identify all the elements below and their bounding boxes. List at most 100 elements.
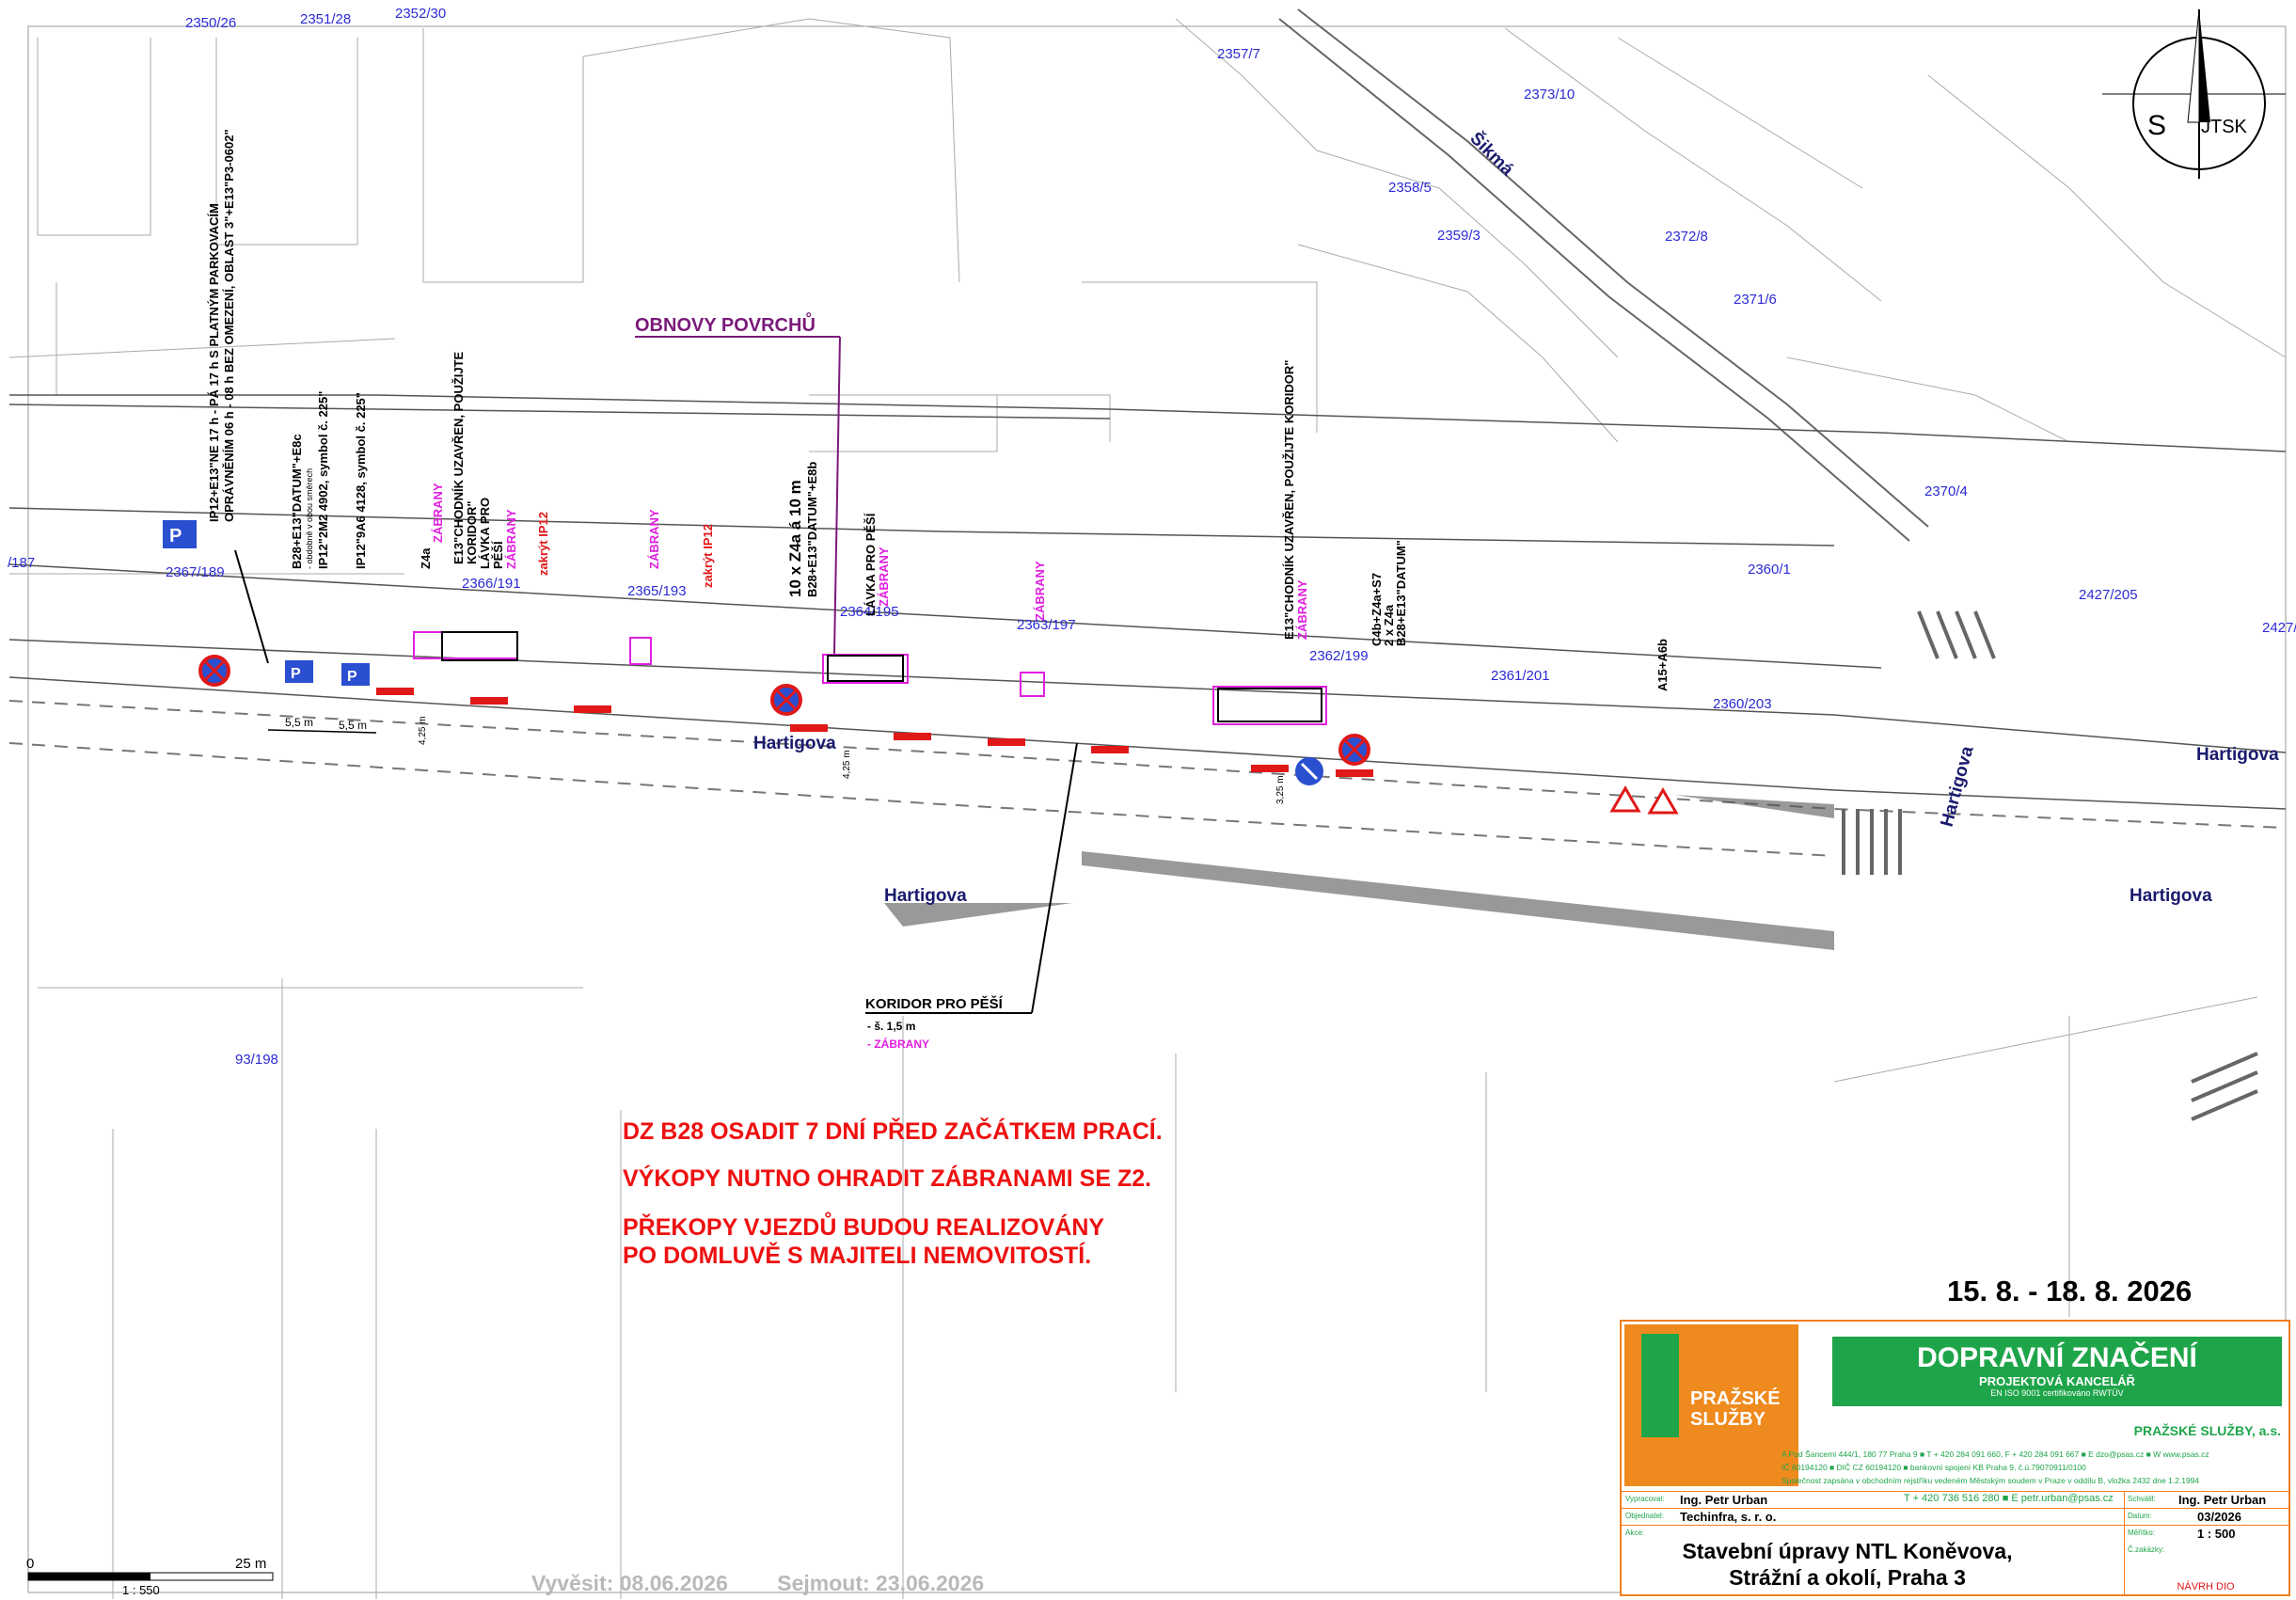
note-line: VÝKOPY NUTNO OHRADIT ZÁBRANAMI SE Z2. [623, 1165, 1152, 1192]
dimension-label: 3,25 m [1275, 775, 1286, 804]
corridor-width: - š. 1,5 m [867, 1020, 915, 1033]
dimension-label: 4,25 m [842, 750, 852, 779]
title-block: PRAŽSKÉ SLUŽBY DOPRAVNÍ ZNAČENÍ PROJEKTO… [1620, 1320, 2290, 1596]
work-date-range: 15. 8. - 18. 8. 2026 [1947, 1275, 2193, 1307]
scale-end: 25 m [235, 1556, 266, 1572]
sign-label: IP12"9A6 4128, symbol č. 225" [354, 392, 368, 569]
traffic-island-hatch [884, 795, 1834, 950]
company-address: A Pod Šancemi 444/1, 180 77 Praha 9 ■ T … [1781, 1450, 2209, 1459]
logo-tower-icon [1641, 1334, 1679, 1437]
parcel-number: 2372/8 [1665, 229, 1708, 245]
parcel-number: 2370/4 [1924, 483, 1968, 499]
warning-sign-icon [1609, 785, 1679, 815]
parcel-number: 93/198 [235, 1052, 278, 1068]
dimension-label: 5,5 m [285, 716, 313, 729]
street-name: Hartigova [2130, 886, 2212, 906]
no-stopping-sign-icon [770, 684, 802, 716]
compass-letter: S [2147, 110, 2166, 141]
company-ids: IČ 60194120 ■ DIČ CZ 60194120 ■ bankovní… [1781, 1463, 2086, 1472]
dimension-label: 5,5 m [339, 719, 367, 732]
sign-label: B28+E13"DATUM"+E8b [805, 462, 819, 597]
parcel-number: 2351/28 [300, 11, 351, 27]
sign-label: LÁVKA PRO PĚŠÍ [863, 513, 878, 616]
parcel-number: 2371/6 [1734, 292, 1777, 308]
parcel-number: 2360/203 [1713, 696, 1772, 712]
dz-banner: DOPRAVNÍ ZNAČENÍ PROJEKTOVÁ KANCELÁŘ EN … [1832, 1337, 2282, 1406]
parcel-number: 2358/5 [1388, 180, 1432, 196]
street-name: Šikmá [1465, 128, 1517, 180]
corridor-barriers: - ZÁBRANY [867, 1037, 929, 1051]
logo-text: PRAŽSKÉ SLUŽBY [1690, 1388, 1781, 1430]
dz-title: DOPRAVNÍ ZNAČENÍ [1917, 1342, 2197, 1373]
post-date: Vyvěsit: 08.06.2026 [531, 1571, 728, 1595]
parcel-number: 2360/1 [1748, 562, 1791, 578]
sign-label: ZÁBRANY [1033, 561, 1047, 621]
north-arrow-icon [2102, 8, 2286, 179]
approved-label: Schválil: [2128, 1495, 2156, 1503]
parcel-number: 2361/201 [1491, 668, 1550, 684]
rail-line [1278, 8, 1929, 542]
scale-start: 0 [26, 1556, 34, 1572]
sign-label: ZÁBRANY [1295, 579, 1309, 640]
surface-restoration-label: OBNOVY POVRCHŮ [635, 311, 815, 336]
company-register: Společnost zapsána v obchodním rejstříku… [1781, 1476, 2200, 1485]
designer-name: Ing. Petr Urban [1680, 1493, 1768, 1507]
sign-label: 10 x Z4a á 10 m [786, 480, 804, 597]
parcel-number: 2352/30 [395, 6, 446, 22]
note-line: DZ B28 OSADIT 7 DNÍ PŘED ZAČÁTKEM PRACÍ. [623, 1118, 1163, 1145]
parcel-number: 2367/189 [166, 564, 225, 580]
project-label: Akce: [1625, 1529, 1645, 1537]
sign-label: E13"CHODNÍK UZAVŘEN, POUŽIJTE KORIDOR" [1282, 360, 1296, 640]
note-line: PŘEKOPY VJEZDŮ BUDOU REALIZOVÁNY [623, 1214, 1105, 1241]
sign-label: OPRÁVNĚNÍM 06 h - 08 h BEZ OMEZENÍ, OBLA… [222, 129, 236, 522]
parcel-number: 2357/7 [1217, 46, 1260, 62]
parcel-number: 2427/205 [2079, 587, 2138, 603]
svg-text:P: P [169, 526, 182, 547]
sign-label: A15+A6b [1655, 639, 1670, 691]
dz-iso: EN ISO 9001 certifikováno RWTÜV [1990, 1388, 2124, 1398]
sign-label: - obdobně v obou směrech [305, 468, 314, 569]
dimension-label: 4,25 m [418, 716, 428, 745]
parking-sign-icon: P P P [163, 520, 370, 686]
compass-system: JTSK [2201, 117, 2248, 137]
posting-dates: Vyvěsit: 08.06.2026 Sejmout: 23.06.2026 [531, 1571, 1027, 1596]
pedestrian-corridor-label: KORIDOR PRO PĚŠÍ [865, 995, 1004, 1012]
designer-label: Vypracoval: [1625, 1495, 1665, 1503]
street-name: Hartigova [753, 734, 836, 753]
sign-label: Z4a [419, 547, 433, 569]
sign-label: ZÁBRANY [504, 509, 518, 569]
no-stopping-sign-icon [198, 655, 230, 687]
sign-label: zakrýt IP12 [701, 524, 715, 588]
sign-label: E13"CHODNÍK UZAVŘEN, POUŽIJTE [451, 351, 466, 564]
approved-name: Ing. Petr Urban [2178, 1493, 2267, 1507]
company-name: PRAŽSKÉ SLUŽBY, a.s. [2133, 1423, 2281, 1438]
parcel-number: 2362/199 [1309, 648, 1369, 664]
crosswalk [1842, 610, 2258, 1121]
sign-label: IP12+E13"NE 17 h - PÁ 17 h S PLATNÝM PAR… [207, 203, 221, 522]
street-name: Hartigova [2196, 745, 2279, 765]
sign-label: ZÁBRANY [647, 509, 661, 569]
no-stopping-sign-icon [1338, 734, 1370, 766]
sign-label: PĚŠÍ [491, 541, 505, 569]
parcel-number: 2427/ [2262, 620, 2296, 636]
parcel-number: 2373/10 [1524, 87, 1575, 103]
leader-lines [234, 549, 1078, 1014]
remove-date: Sejmout: 23.06.2026 [777, 1571, 985, 1595]
client-name: Techinfra, s. r. o. [1680, 1510, 1777, 1524]
date-label: Datum: [2128, 1512, 2152, 1520]
prazske-sluzby-logo: PRAŽSKÉ SLUŽBY [1624, 1324, 1798, 1486]
sign-label: ZÁBRANY [877, 547, 891, 607]
sign-label: LÁVKA PRO [478, 498, 492, 569]
parcel-number: /187 [8, 555, 35, 571]
street-name: Hartigova [1938, 744, 1978, 830]
scale-ratio: 1 : 550 [122, 1583, 160, 1597]
client-label: Objednatel: [1625, 1512, 1664, 1520]
parcel-number: 2365/193 [627, 583, 687, 599]
sign-label: B28+E13"DATUM" [1394, 540, 1408, 646]
sign-label: KORIDOR" [465, 500, 479, 564]
project-name: Stavební úpravy NTL Koněvova, Strážní a … [1682, 1539, 2013, 1590]
draft-label: NÁVRH DIO [2177, 1581, 2235, 1592]
sign-label: zakrýt IP12 [536, 512, 550, 576]
dz-subtitle: PROJEKTOVÁ KANCELÁŘ [1979, 1374, 2135, 1388]
drawing-scale: 1 : 500 [2197, 1527, 2236, 1541]
